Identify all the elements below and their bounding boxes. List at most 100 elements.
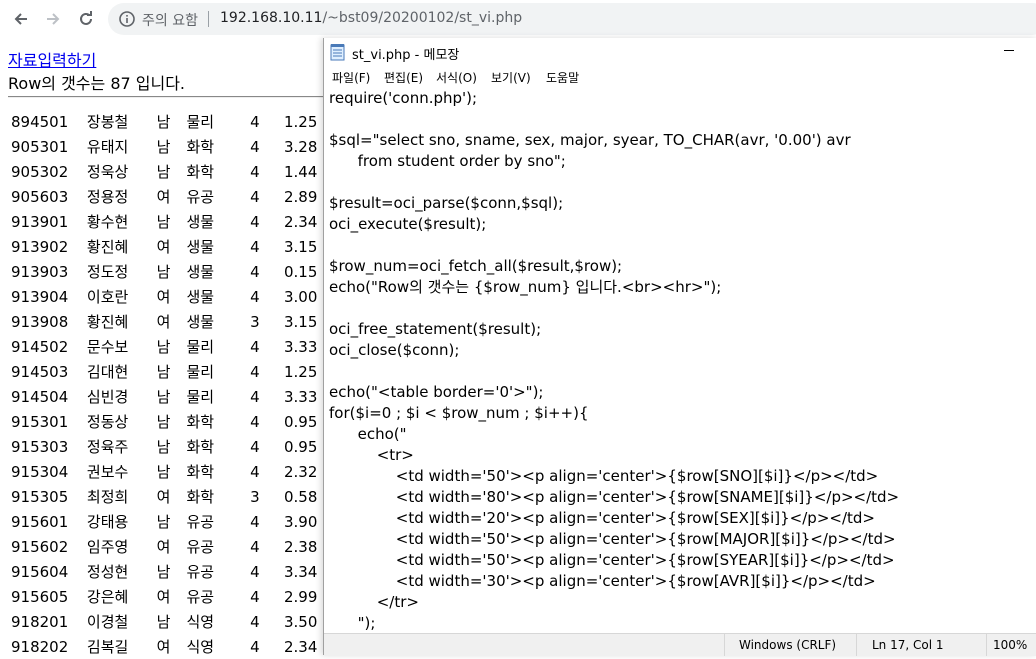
- cell-avr: 3.34: [284, 562, 318, 581]
- cell-year: 4: [250, 237, 260, 256]
- browser-toolbar: 주의 요함 192.168.10.11/~bst09/20200102/st_v…: [0, 0, 1036, 39]
- cell-avr: 3.90: [284, 512, 318, 531]
- cell-major: 화학: [186, 163, 215, 181]
- cell-major: 물리: [186, 338, 215, 356]
- cell-sno: 913903: [11, 262, 69, 281]
- cell-avr: 1.25: [284, 362, 318, 381]
- status-cursor-position: Ln 17, Col 1: [872, 638, 944, 652]
- data-input-link[interactable]: 자료입력하기: [8, 47, 96, 71]
- menu-file[interactable]: 파일(F): [332, 69, 370, 86]
- code-line: require('conn.php');: [329, 89, 478, 107]
- security-label[interactable]: 주의 요함: [142, 10, 198, 30]
- url-separator: [208, 11, 209, 27]
- cell-year: 4: [250, 362, 260, 381]
- table-row: 914503 김대현 남 물리 4 1.25: [8, 359, 324, 384]
- menu-view[interactable]: 보기(V): [491, 69, 531, 86]
- status-divider: [986, 634, 987, 656]
- page-divider: [8, 96, 328, 98]
- cell-sex: 여: [156, 638, 171, 656]
- cell-major: 화학: [186, 413, 215, 431]
- cell-avr: 3.00: [284, 287, 318, 306]
- notepad-statusbar: Windows (CRLF) Ln 17, Col 1 100%: [324, 633, 1036, 656]
- cell-major: 유공: [186, 538, 215, 556]
- table-row: 913908 황진혜 여 생물 3 3.15: [8, 309, 324, 334]
- cell-major: 화학: [186, 438, 215, 456]
- cell-sno: 914502: [11, 337, 69, 356]
- menu-help[interactable]: 도움말: [546, 69, 579, 86]
- code-line: echo("<table border='0'>");: [329, 383, 544, 401]
- cell-name: 강태용: [86, 513, 129, 531]
- cell-sno: 915604: [11, 562, 69, 581]
- code-line: ");: [329, 614, 376, 632]
- code-line: oci_free_statement($result);: [329, 320, 542, 338]
- cell-year: 3: [250, 487, 260, 506]
- url-host: 192.168.10.11: [220, 10, 323, 26]
- info-icon[interactable]: [118, 10, 136, 28]
- cell-sno: 905301: [11, 137, 69, 156]
- code-line: echo(": [329, 425, 407, 443]
- table-row: 918201 이경철 남 식영 4 3.50: [8, 609, 324, 634]
- cell-name: 장봉철: [86, 113, 129, 131]
- back-arrow-icon: [14, 13, 27, 25]
- cell-sno: 905603: [11, 187, 69, 206]
- cell-year: 4: [250, 537, 260, 556]
- notepad-editor[interactable]: require('conn.php'); $sql="select sno, sn…: [324, 88, 1036, 633]
- code-line: <td width='30'><p align='center'>{$row[A…: [329, 572, 876, 590]
- cell-year: 4: [250, 437, 260, 456]
- cell-name: 강은혜: [86, 588, 129, 606]
- menu-format[interactable]: 서식(O): [436, 69, 477, 86]
- cell-avr: 0.58: [284, 487, 318, 506]
- forward-button[interactable]: [40, 6, 66, 32]
- cell-major: 유공: [186, 513, 215, 531]
- table-row: 915301 정동상 남 화학 4 0.95: [8, 409, 324, 434]
- back-button[interactable]: [8, 6, 34, 32]
- cell-sex: 남: [156, 613, 171, 631]
- url-text[interactable]: 192.168.10.11/~bst09/20200102/st_vi.php: [220, 10, 522, 26]
- address-bar[interactable]: 주의 요함 192.168.10.11/~bst09/20200102/st_v…: [108, 3, 1036, 35]
- table-row: 915602 임주영 여 유공 4 2.38: [8, 534, 324, 559]
- cell-major: 생물: [186, 313, 215, 331]
- minimize-icon[interactable]: [1004, 50, 1014, 51]
- cell-avr: 0.95: [284, 412, 318, 431]
- row-count-text: Row의 갯수는 87 입니다.: [8, 74, 186, 93]
- table-row: 913901 황수현 남 생물 4 2.34: [8, 209, 324, 234]
- code-line: <td width='50'><p align='center'>{$row[S…: [329, 551, 895, 569]
- cell-sno: 915605: [11, 587, 69, 606]
- cell-year: 4: [250, 262, 260, 281]
- forward-arrow-icon: [47, 13, 60, 25]
- code-line: from student order by sno";: [329, 152, 566, 170]
- cell-year: 4: [250, 387, 260, 406]
- cell-sno: 915601: [11, 512, 69, 531]
- cell-name: 문수보: [86, 338, 129, 356]
- cell-name: 최정희: [86, 488, 129, 506]
- code-line: $result=oci_parse($conn,$sql);: [329, 194, 564, 212]
- table-row: 913902 황진혜 여 생물 4 3.15: [8, 234, 324, 259]
- cell-name: 김복길: [86, 638, 129, 656]
- cell-sex: 여: [156, 313, 171, 331]
- cell-major: 식영: [186, 613, 215, 631]
- table-row: 915605 강은혜 여 유공 4 2.99: [8, 584, 324, 609]
- code-line: $sql="select sno, sname, sex, major, sye…: [329, 131, 851, 149]
- reload-icon: [80, 11, 92, 25]
- cell-sex: 남: [156, 563, 171, 581]
- reload-button[interactable]: [73, 6, 99, 32]
- cell-sex: 남: [156, 463, 171, 481]
- menu-edit[interactable]: 편집(E): [384, 69, 423, 86]
- cell-year: 4: [250, 162, 260, 181]
- cell-major: 화학: [186, 463, 215, 481]
- cell-sno: 913902: [11, 237, 69, 256]
- cell-year: 4: [250, 587, 260, 606]
- cell-avr: 0.95: [284, 437, 318, 456]
- cell-avr: 2.34: [284, 637, 318, 656]
- cell-sno: 913901: [11, 212, 69, 231]
- cell-year: 4: [250, 512, 260, 531]
- notepad-titlebar[interactable]: st_vi.php - 메모장: [324, 38, 1036, 66]
- code-line: oci_execute($result);: [329, 215, 487, 233]
- cell-name: 이호란: [86, 288, 129, 306]
- status-divider: [856, 634, 857, 656]
- cell-sno: 915305: [11, 487, 69, 506]
- notepad-icon: [330, 44, 345, 61]
- cell-major: 물리: [186, 388, 215, 406]
- cell-name: 김대현: [86, 363, 129, 381]
- cell-avr: 1.25: [284, 112, 318, 131]
